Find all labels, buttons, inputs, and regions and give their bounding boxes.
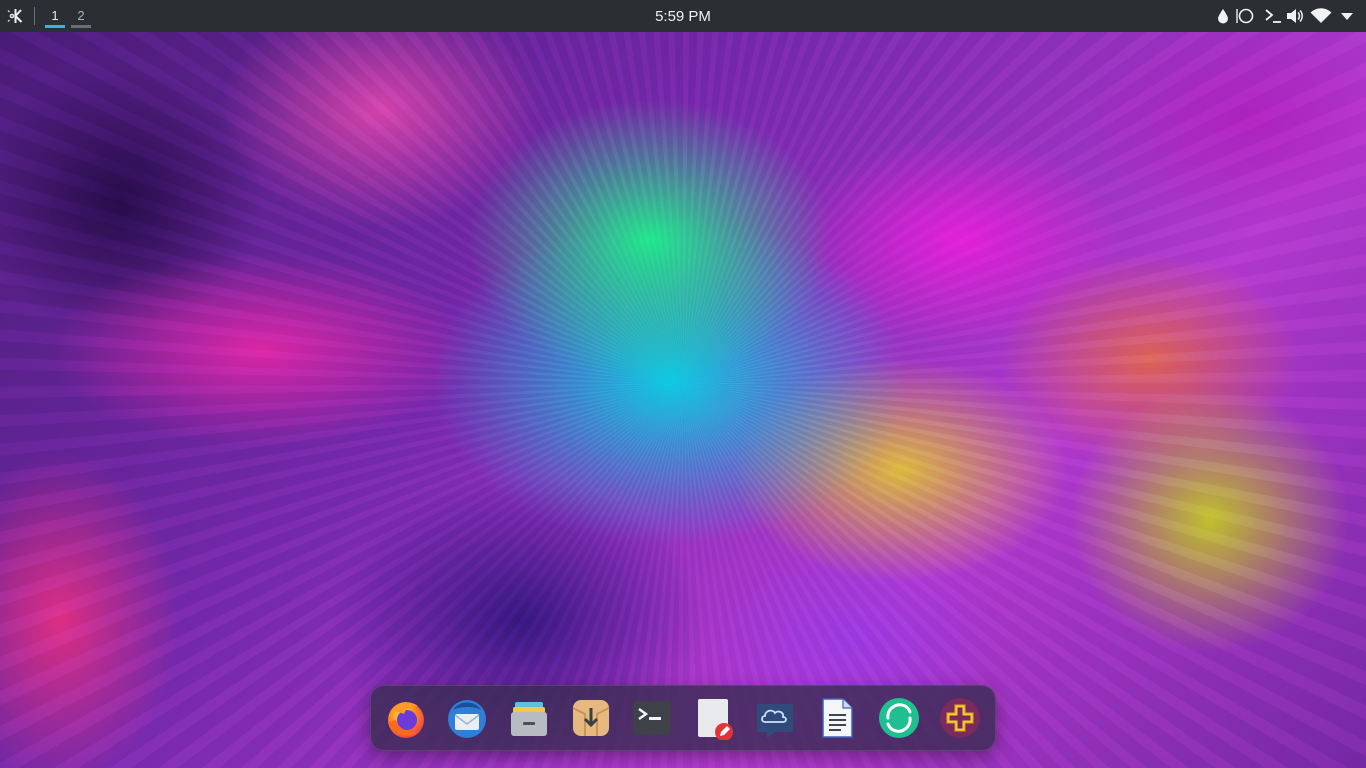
wifi-icon[interactable] bbox=[1306, 0, 1336, 32]
system-tray bbox=[1212, 0, 1358, 32]
color-picker-icon[interactable] bbox=[1212, 0, 1234, 32]
clock-time[interactable]: 5:59 PM bbox=[655, 8, 711, 25]
top-panel: 1 2 5:59 PM bbox=[0, 0, 1366, 32]
cloud-storage-icon[interactable] bbox=[750, 693, 800, 743]
app-dock bbox=[370, 685, 996, 751]
firefox-icon[interactable] bbox=[381, 693, 431, 743]
add-app-icon[interactable] bbox=[935, 693, 985, 743]
writer-document-icon[interactable] bbox=[812, 693, 862, 743]
clock: 5:59 PM bbox=[0, 0, 1366, 32]
terminal-icon[interactable] bbox=[1262, 0, 1284, 32]
chevron-down-icon[interactable] bbox=[1336, 0, 1358, 32]
software-installer-icon[interactable] bbox=[566, 693, 616, 743]
circle-icon[interactable] bbox=[1234, 0, 1256, 32]
archive-manager-icon[interactable] bbox=[504, 693, 554, 743]
thunderbird-icon[interactable] bbox=[442, 693, 492, 743]
terminal-icon[interactable] bbox=[627, 693, 677, 743]
text-editor-icon[interactable] bbox=[689, 693, 739, 743]
volume-icon[interactable] bbox=[1284, 0, 1306, 32]
desktop-wallpaper bbox=[0, 0, 1366, 768]
element-chat-icon[interactable] bbox=[874, 693, 924, 743]
